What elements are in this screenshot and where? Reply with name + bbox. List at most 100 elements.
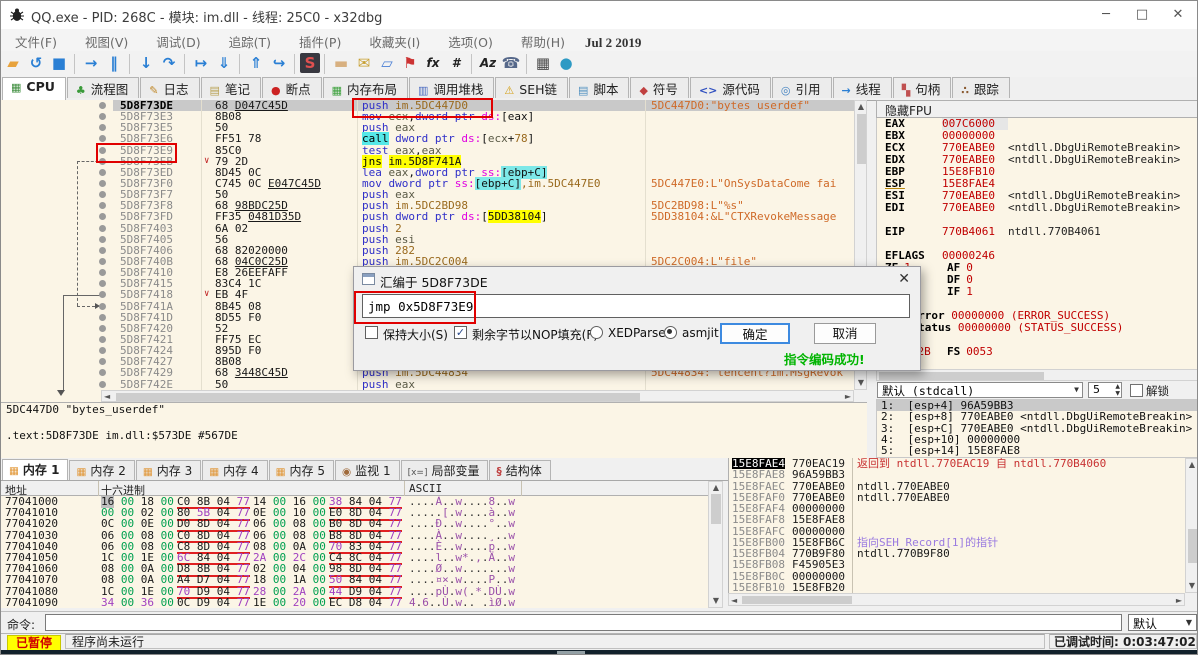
stop-icon[interactable]: ■ <box>48 52 70 74</box>
run-icon[interactable]: → <box>80 52 102 74</box>
arguments-view[interactable]: 1: [esp+4] 96A59BB3 2: [esp+8] 770EABE0 <… <box>876 399 1197 458</box>
disasm-row[interactable]: 5D8F73FD FF35 0481D35D push dword ptr ds:[… <box>1 210 854 224</box>
stack-horizontal-scrollbar[interactable]: ◄ ► <box>728 593 1185 606</box>
tab-struct[interactable]: § 结构体 <box>489 460 551 480</box>
stack-row[interactable]: 15E8FB08 F45905E3 <box>729 559 1185 571</box>
run-to-user-code-icon[interactable]: ↪ <box>268 52 290 74</box>
menu-item-7[interactable]: 帮助(H) <box>507 29 579 51</box>
labels-icon[interactable]: ▱ <box>376 52 398 74</box>
argument-row[interactable]: 5: [esp+14] 15E8FAE8 <box>877 445 1197 457</box>
cancel-button[interactable]: 取消 <box>814 323 876 344</box>
nop-fill-checkbox[interactable]: ✓ <box>454 326 467 339</box>
tab-cpu[interactable]: ▦ CPU <box>2 77 66 100</box>
globe-icon[interactable]: ● <box>555 52 577 74</box>
tab-source[interactable]: <> 源代码 <box>689 77 771 98</box>
menu-item-4[interactable]: 插件(P) <box>285 29 355 51</box>
calling-convention-select[interactable]: 默认 (stdcall) ▼ <box>877 382 1083 398</box>
ok-button[interactable]: 确定 <box>720 323 790 344</box>
menu-item-1[interactable]: 视图(V) <box>71 29 142 51</box>
functions-icon[interactable]: fx <box>422 52 444 74</box>
menu-item-5[interactable]: 收藏夹(I) <box>355 29 434 51</box>
argument-row[interactable]: 2: [esp+8] 770EABE0 <ntdll.DbgUiRemoteBr… <box>877 411 1197 423</box>
menu-item-2[interactable]: 调试(D) <box>142 29 214 51</box>
menu-item-0[interactable]: 文件(F) <box>1 29 71 51</box>
maximize-button[interactable]: □ <box>1125 5 1159 25</box>
registers-horizontal-scrollbar[interactable] <box>876 369 1197 381</box>
tab-dump1[interactable]: ▦ 内存 1 <box>2 459 69 480</box>
disasm-gutter <box>1 223 113 234</box>
step-out-icon[interactable]: ⇓ <box>213 52 235 74</box>
calculator-icon[interactable]: ▦ <box>532 52 554 74</box>
comments-icon[interactable]: ✉ <box>353 52 375 74</box>
pause-icon[interactable]: ‖ <box>103 52 125 74</box>
command-type-select[interactable]: 默认 ▼ <box>1128 614 1197 631</box>
breakpoint-dot-icon <box>99 246 106 254</box>
registers-view[interactable]: EAX 007C6000 EBX 00000000 ECX 770EABE0 <ntdll.… <box>876 118 1197 370</box>
tab-log[interactable]: ✎ 日志 <box>140 77 200 98</box>
tab-locals[interactable]: [x=] 局部变量 <box>400 460 489 480</box>
stack-row[interactable]: 15E8FB10 15E8FB20 <box>729 581 1185 593</box>
hexdump-vertical-scrollbar[interactable]: ▲ ▼ <box>708 481 723 608</box>
tab-dump3[interactable]: ▦ 内存 3 <box>135 460 202 480</box>
tab-script[interactable]: ▤ 脚本 <box>569 77 630 98</box>
hexdump-row[interactable]: 77041090 34 00 36 00 0C D9 04 77 1E 00 20 0… <box>1 596 708 608</box>
hash-icon[interactable]: # <box>445 52 467 74</box>
run-to-selection-icon[interactable]: ↦ <box>190 52 212 74</box>
hide-fpu-button[interactable]: 隐藏FPU <box>876 100 1197 118</box>
tab-seh[interactable]: ⚠ SEH链 <box>495 77 569 98</box>
dialog-title-bar[interactable]: 汇编于 5D8F73DE ✕ <box>354 267 920 291</box>
register-line: EFLAGS 00000246 <box>877 249 1197 262</box>
comment-cell <box>645 144 854 156</box>
tab-call-stack[interactable]: ▥ 调用堆栈 <box>409 77 495 98</box>
command-input[interactable] <box>45 614 1122 631</box>
title-bar[interactable]: QQ.exe - PID: 268C - 模块: im.dll - 线程: 25… <box>1 1 1197 30</box>
tab-watch1[interactable]: ◉ 监视 1 <box>334 460 400 480</box>
tab-breakpoints[interactable]: ● 断点 <box>261 77 322 98</box>
debug-time: 已调试时间: 0:03:47:02 <box>1049 634 1197 649</box>
stack-row[interactable]: 15E8FAF8 15E8FAE8 <box>729 514 1185 526</box>
minimize-button[interactable]: ─ <box>1089 5 1123 25</box>
step-over-icon[interactable]: ↷ <box>158 52 180 74</box>
menu-item-3[interactable]: 追踪(T) <box>215 29 285 51</box>
annotation-box-input <box>354 291 476 324</box>
disasm-row[interactable]: 5D8F742E 50 push eax <box>1 378 854 390</box>
tab-symbols[interactable]: ◆ 符号 <box>630 77 689 98</box>
stack-vertical-scrollbar[interactable]: ▲ ▼ <box>1185 458 1197 593</box>
tab-graph[interactable]: ♣ 流程图 <box>66 77 140 98</box>
tab-references[interactable]: ◎ 引用 <box>771 77 832 98</box>
menu-item-6[interactable]: 选项(O) <box>434 29 507 51</box>
tab-notes[interactable]: ▤ 笔记 <box>200 77 261 98</box>
tab-handles[interactable]: ▚ 句柄 <box>892 77 952 98</box>
disasm-gutter <box>1 100 113 111</box>
keep-size-label: 保持大小(S) <box>383 328 448 342</box>
stack-view[interactable]: 15E8FAE4 770EAC19 返回到 ntdll.770EAC19 自 ntd… <box>728 458 1185 593</box>
strings-icon[interactable]: Az <box>477 52 499 74</box>
execute-till-return-icon[interactable]: ⇑ <box>245 52 267 74</box>
tab-trace[interactable]: ∴ 跟踪 <box>952 77 1010 98</box>
scylla-icon[interactable]: S <box>300 53 320 73</box>
tab-dump2[interactable]: ▦ 内存 2 <box>69 460 135 480</box>
notes-device-icon[interactable]: ☎ <box>500 52 522 74</box>
keep-size-checkbox[interactable] <box>365 326 378 339</box>
tab-threads[interactable]: → 线程 <box>832 77 892 98</box>
unlock-checkbox[interactable] <box>1130 384 1143 397</box>
close-button[interactable]: ✕ <box>1161 5 1195 25</box>
watch1-icon: ◉ <box>341 466 352 478</box>
patches-icon[interactable]: ▬ <box>330 52 352 74</box>
argument-count-stepper[interactable]: 5 ▲ ▼ <box>1088 382 1122 398</box>
tab-memory-map[interactable]: ▦ 内存布局 <box>322 77 408 98</box>
restart-icon[interactable]: ↺ <box>25 52 47 74</box>
comment-cell <box>645 155 854 167</box>
asmjit-radio[interactable] <box>664 326 677 339</box>
step-into-icon[interactable]: ↓ <box>135 52 157 74</box>
hexdump-view[interactable]: 77041000 16 00 18 00 C0 8B 04 77 14 00 16 0… <box>1 496 708 608</box>
tab-dump5[interactable]: ▦ 内存 5 <box>268 460 334 480</box>
tab-dump4[interactable]: ▦ 内存 4 <box>202 460 268 480</box>
open-file-icon[interactable]: ▰ <box>2 52 24 74</box>
disasm-horizontal-scrollbar[interactable]: ◄ ► <box>101 390 854 402</box>
chevron-down-icon: ▼ <box>1074 385 1079 394</box>
bookmarks-icon[interactable]: ⚑ <box>399 52 421 74</box>
xedparse-radio[interactable] <box>590 326 603 339</box>
stack-row[interactable]: 15E8FAE8 96A59BB3 <box>729 469 1185 481</box>
dialog-close-icon[interactable]: ✕ <box>898 271 910 287</box>
